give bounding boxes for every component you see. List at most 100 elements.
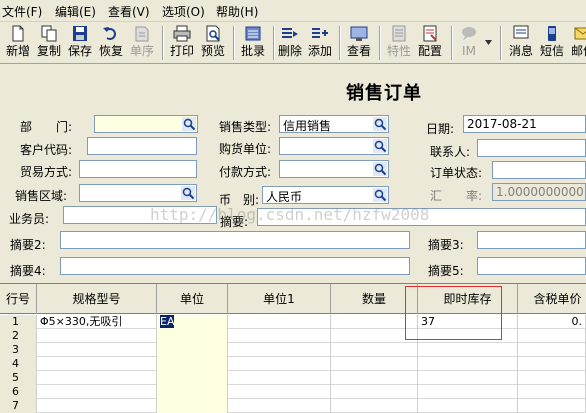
view-button[interactable]: 查看 xyxy=(344,24,374,62)
quantity-cell[interactable] xyxy=(331,357,418,371)
spec-cell[interactable] xyxy=(37,371,157,385)
unit1-cell[interactable] xyxy=(228,329,331,343)
price-cell[interactable] xyxy=(518,371,586,385)
menu-options[interactable]: 选项(O) xyxy=(162,3,205,20)
quantity-cell[interactable] xyxy=(331,371,418,385)
order-status-field[interactable] xyxy=(492,161,586,179)
stock-cell[interactable] xyxy=(418,371,518,385)
toolbar: 新增 复制 保存 恢复 单序 打印 预览 批录 删除 添加 查看 特性 配置 I… xyxy=(0,22,586,64)
row-number: 1 xyxy=(0,315,37,329)
table-row[interactable]: 3 xyxy=(0,343,586,357)
contact-field[interactable] xyxy=(477,139,586,157)
purchase-unit-field[interactable] xyxy=(279,137,389,155)
config-button[interactable]: 配置 xyxy=(415,24,445,62)
column-header[interactable]: 行号 xyxy=(0,284,37,314)
row-number: 5 xyxy=(0,371,37,385)
summary2-field[interactable] xyxy=(60,231,410,249)
message-button[interactable]: 消息 xyxy=(506,24,536,62)
summary4-field[interactable] xyxy=(60,257,410,275)
quantity-cell[interactable] xyxy=(331,343,418,357)
price-cell[interactable] xyxy=(518,343,586,357)
unit-cell[interactable] xyxy=(157,371,228,385)
date-field[interactable]: 2017-08-21 xyxy=(463,115,586,133)
sequence-button[interactable]: 单序 xyxy=(127,24,157,62)
price-cell[interactable] xyxy=(518,329,586,343)
add-row-button[interactable]: 添加 xyxy=(306,24,334,62)
batch-entry-button[interactable]: 批录 xyxy=(238,24,268,62)
stock-cell[interactable] xyxy=(418,343,518,357)
unit-cell[interactable] xyxy=(157,385,228,399)
sales-region-field[interactable] xyxy=(79,184,197,202)
price-cell[interactable] xyxy=(518,357,586,371)
unit1-cell[interactable] xyxy=(228,315,331,329)
price-cell[interactable] xyxy=(518,385,586,399)
unit1-cell[interactable] xyxy=(228,385,331,399)
table-row[interactable]: 4 xyxy=(0,357,586,371)
price-cell[interactable]: 0. xyxy=(518,315,586,329)
unit1-cell[interactable] xyxy=(228,357,331,371)
trade-mode-field[interactable] xyxy=(79,160,197,178)
quantity-cell[interactable] xyxy=(331,399,418,413)
lookup-icon[interactable] xyxy=(373,117,387,131)
menu-view[interactable]: 查看(V) xyxy=(108,3,150,20)
view-icon xyxy=(350,26,368,41)
column-header[interactable]: 规格型号 xyxy=(37,284,157,314)
spec-cell[interactable] xyxy=(37,329,157,343)
stock-cell[interactable] xyxy=(418,357,518,371)
summary2-label: 摘要2: xyxy=(10,238,46,252)
stock-cell[interactable] xyxy=(418,399,518,413)
stock-cell[interactable] xyxy=(418,385,518,399)
summary5-field[interactable] xyxy=(477,257,586,275)
spec-cell[interactable]: Φ5×330,无吸引 xyxy=(37,315,157,329)
toolbar-separator xyxy=(162,26,164,60)
im-button[interactable]: IM xyxy=(456,24,482,62)
lookup-icon[interactable] xyxy=(373,139,387,153)
lookup-icon[interactable] xyxy=(181,186,195,200)
department-field[interactable] xyxy=(94,115,198,133)
menu-help[interactable]: 帮助(H) xyxy=(216,3,258,20)
unit1-cell[interactable] xyxy=(228,399,331,413)
print-button[interactable]: 打印 xyxy=(167,24,197,62)
unit-cell[interactable] xyxy=(157,357,228,371)
spec-cell[interactable] xyxy=(37,399,157,413)
spec-cell[interactable] xyxy=(37,343,157,357)
sms-icon xyxy=(548,26,556,41)
lookup-icon[interactable] xyxy=(373,188,387,202)
lookup-icon[interactable] xyxy=(182,117,196,131)
save-button[interactable]: 保存 xyxy=(65,24,95,62)
payment-mode-field[interactable] xyxy=(279,160,389,178)
row-number: 4 xyxy=(0,357,37,371)
currency-field[interactable]: 人民币 xyxy=(262,186,389,204)
customer-code-field[interactable] xyxy=(87,137,197,155)
spec-cell[interactable] xyxy=(37,385,157,399)
table-row[interactable]: 6 xyxy=(0,385,586,399)
summary3-field[interactable] xyxy=(477,231,586,249)
quantity-cell[interactable] xyxy=(331,385,418,399)
price-cell[interactable] xyxy=(518,399,586,413)
properties-button[interactable]: 特性 xyxy=(384,24,414,62)
preview-button[interactable]: 预览 xyxy=(198,24,228,62)
table-row[interactable]: 5 xyxy=(0,371,586,385)
unit-cell[interactable] xyxy=(157,329,228,343)
unit-cell[interactable]: EA xyxy=(157,315,228,329)
unit-cell[interactable] xyxy=(157,399,228,413)
lookup-icon[interactable] xyxy=(373,162,387,176)
column-header[interactable]: 单位 xyxy=(157,284,228,314)
undo-button[interactable]: 恢复 xyxy=(96,24,126,62)
copy-button[interactable]: 复制 xyxy=(34,24,64,62)
spec-cell[interactable] xyxy=(37,357,157,371)
menu-file[interactable]: 文件(F) xyxy=(2,3,42,20)
column-header[interactable]: 单位1 xyxy=(228,284,331,314)
unit-cell[interactable] xyxy=(157,343,228,357)
mail-button[interactable]: 邮件 xyxy=(568,24,586,62)
unit1-cell[interactable] xyxy=(228,343,331,357)
new-button[interactable]: 新增 xyxy=(3,24,33,62)
chevron-down-icon[interactable] xyxy=(485,40,492,45)
unit1-cell[interactable] xyxy=(228,371,331,385)
table-row[interactable]: 7 xyxy=(0,399,586,413)
menu-edit[interactable]: 编辑(E) xyxy=(55,3,96,20)
column-header[interactable]: 含税单价 xyxy=(518,284,586,314)
sms-button[interactable]: 短信 xyxy=(537,24,567,62)
sales-type-field[interactable]: 信用销售 xyxy=(279,115,389,133)
delete-row-button[interactable]: 删除 xyxy=(276,24,304,62)
